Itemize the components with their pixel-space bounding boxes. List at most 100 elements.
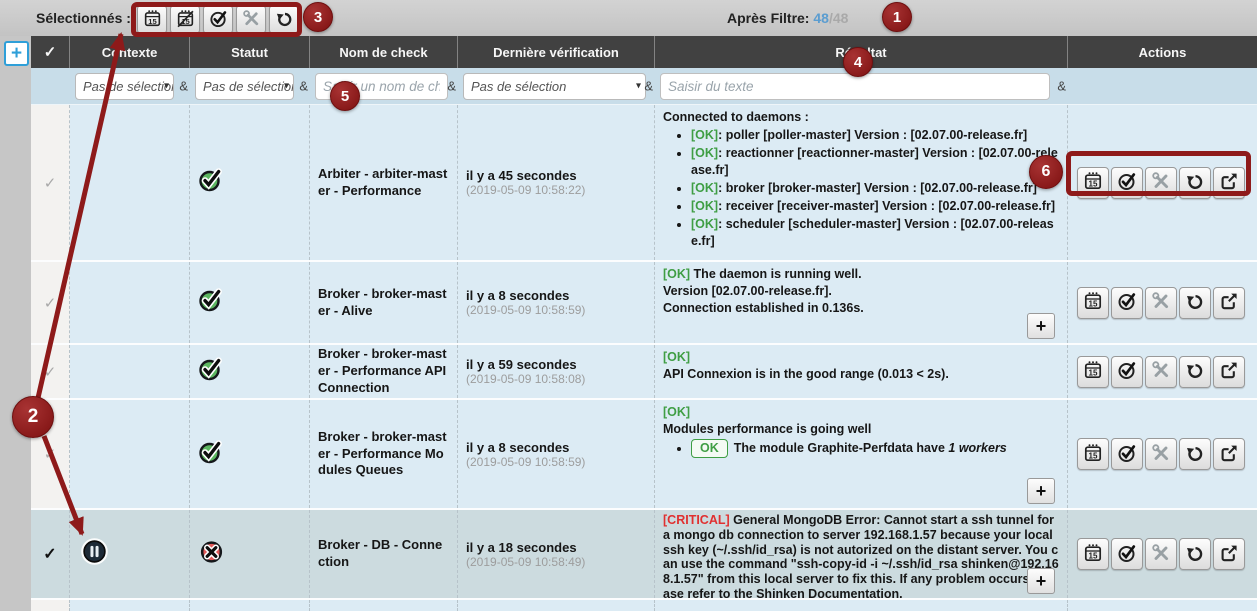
acknowledge-button[interactable] [1111,538,1143,570]
last-check-cell: il y a 8 secondes (2019-05-09 10:58:59) [458,400,655,508]
checks-table-page: Sélectionnés : 1 Après Filtre: 48/48 + ✓… [0,0,1257,611]
check-name: Broker - broker-master - Performance Mod… [310,400,458,508]
module-item: OKThe module Graphite-Perfdata have 1 wo… [691,439,1059,458]
expand-result-button[interactable]: + [1027,313,1055,339]
result-cell: [OK] The daemon is running well. Version… [655,262,1068,343]
filter-row: Pas de sélection▾ & Pas de sélection▾ & … [31,68,1257,105]
acknowledge-button[interactable] [1111,356,1143,388]
derniere-filter-select[interactable]: Pas de sélection▾ [463,73,646,100]
context-cell [70,400,190,508]
daemon-text: : broker [broker-master] Version : [02.0… [718,181,1037,195]
annotation-marker-6: 6 [1029,155,1063,189]
row-select-check[interactable]: ✓ [31,345,70,398]
check-name: Broker - broker-master - Performance API… [310,345,458,398]
calendar-15-icon [143,9,162,31]
expand-result-button[interactable]: + [1027,568,1055,594]
after-filter-count: 48 [813,10,829,26]
checks-table: ✓ Contexte Statut Nom de check Dernière … [31,36,1257,611]
export-button[interactable] [1213,287,1245,319]
tools-button[interactable] [1145,538,1177,570]
export-button[interactable] [1213,167,1245,199]
calendar-button[interactable] [1077,438,1109,470]
result-line: Connection established in 0.136s. [663,300,1059,317]
column-header-contexte[interactable]: Contexte [70,36,190,68]
column-header-derniere-verification[interactable]: Dernière vérification [458,36,655,68]
filter-cell-contexte: Pas de sélection▾ & [70,68,190,104]
row-select-check[interactable]: ✓ [31,262,70,343]
tools-button[interactable] [1145,356,1177,388]
retry-button[interactable] [1179,438,1211,470]
column-header-nom-de-check[interactable]: Nom de check [310,36,458,68]
expand-result-button[interactable]: + [1027,478,1055,504]
tools-button[interactable] [236,5,266,34]
acknowledge-button[interactable] [203,5,233,34]
retry-button[interactable] [269,5,299,34]
calendar-15-icon [1083,360,1103,383]
annotation-marker-2: 2 [12,396,54,438]
table-header-row: ✓ Contexte Statut Nom de check Dernière … [31,36,1257,68]
retry-button[interactable] [1179,356,1211,388]
export-button[interactable] [1213,438,1245,470]
check-name: Broker - DB - Connection [310,510,458,598]
calendar-15-icon [1083,171,1103,194]
calendar-15-icon [1083,443,1103,466]
row-select-check[interactable]: ✓ [31,510,70,598]
last-check-relative: il y a 18 secondes [466,540,646,555]
calendar-button[interactable] [1077,356,1109,388]
context-cell [70,510,190,598]
statut-filter-select[interactable]: Pas de sélection▾ [195,73,294,100]
check-circle-icon [1117,443,1137,466]
table-row: ✓ Broker - DB - Connection il y a 18 sec… [31,510,1257,600]
ok-token: [OK] [663,349,1059,366]
tools-button[interactable] [1145,167,1177,199]
result-line: API Connexion is in the good range (0.01… [663,366,1059,383]
daemon-item: [OK]: broker [broker-master] Version : [… [691,180,1059,197]
tools-button[interactable] [1145,287,1177,319]
calendar-button[interactable] [1077,287,1109,319]
ok-token: [OK] [691,181,718,195]
calendar-button[interactable] [1077,538,1109,570]
undo-icon [1185,543,1205,566]
undo-icon [1185,291,1205,314]
undo-icon [1185,171,1205,194]
retry-button[interactable] [1179,287,1211,319]
ok-token: [OK] [663,404,1059,421]
contexte-filter-select[interactable]: Pas de sélection▾ [75,73,174,100]
annotation-marker-4: 4 [843,47,873,77]
last-check-cell: il y a 59 secondes (2019-05-09 10:58:08) [458,345,655,398]
export-button[interactable] [1213,356,1245,388]
acknowledge-button[interactable] [1111,167,1143,199]
tools-icon [1151,360,1171,383]
ok-badge: OK [691,439,728,458]
add-filter-button[interactable]: + [4,41,29,66]
select-all-header[interactable]: ✓ [31,36,70,68]
calendar-button[interactable] [137,5,167,34]
annotation-marker-3: 3 [303,2,333,32]
last-check-relative: il y a 45 secondes [466,168,646,183]
result-cell: [OK] API Connexion is in the good range … [655,345,1068,398]
row-select-check[interactable]: ✓ [31,105,70,260]
filter-cell-derniere: Pas de sélection▾ & [458,68,655,104]
tools-button[interactable] [1145,438,1177,470]
last-check-cell: il y a 45 secondes (2019-05-09 10:58:22) [458,105,655,260]
daemon-item: [OK]: poller [poller-master] Version : [… [691,127,1059,144]
calendar-remove-button[interactable] [170,5,200,34]
retry-button[interactable] [1179,538,1211,570]
column-header-statut[interactable]: Statut [190,36,310,68]
status-cell [190,345,310,398]
export-button[interactable] [1213,538,1245,570]
critical-token: [CRITICAL] [663,513,730,527]
status-ok-icon [198,439,224,470]
acknowledge-button[interactable] [1111,287,1143,319]
acknowledge-button[interactable] [1111,438,1143,470]
calendar-15-icon [1083,291,1103,314]
daemon-item: [OK]: receiver [receiver-master] Version… [691,198,1059,215]
daemon-text: : poller [poller-master] Version : [02.0… [718,128,1027,142]
filter-and-separator: & [1057,79,1066,94]
last-check-cell: il y a 18 secondes (2019-05-09 10:58:49) [458,510,655,598]
column-header-actions[interactable]: Actions [1068,36,1257,68]
last-check-relative: il y a 8 secondes [466,440,646,455]
calendar-button[interactable] [1077,167,1109,199]
retry-button[interactable] [1179,167,1211,199]
check-circle-icon [209,9,228,31]
